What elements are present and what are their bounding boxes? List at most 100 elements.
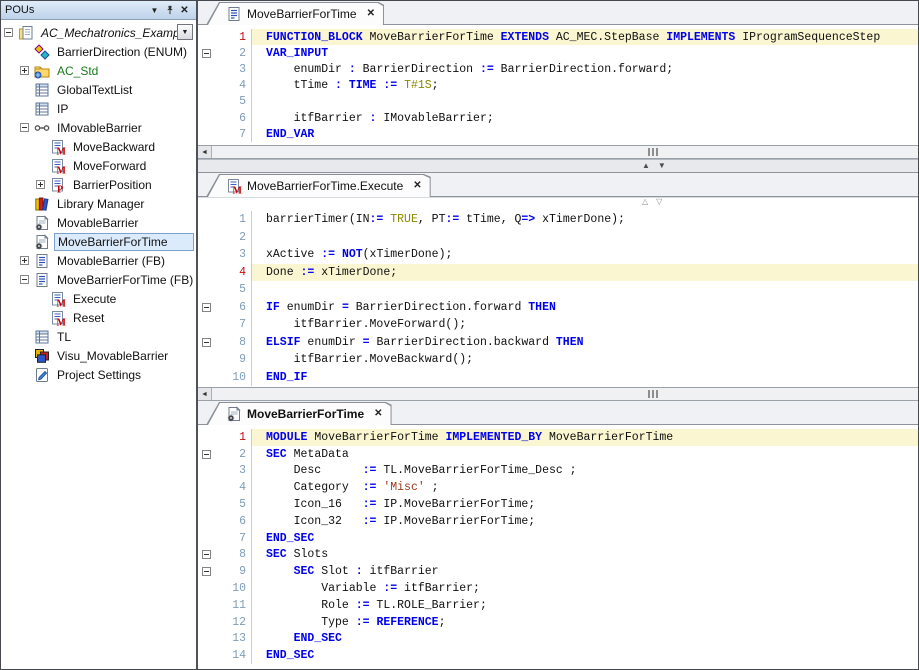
tree-item-movebackward[interactable]: MMoveBackward: [1, 137, 196, 156]
fold-collapse-icon[interactable]: [202, 338, 211, 347]
collapse-icon[interactable]: [20, 123, 29, 132]
code-line[interactable]: 3 Desc := TL.MoveBarrierForTime_Desc ;: [198, 463, 918, 480]
tab-close-icon[interactable]: ✕: [367, 8, 375, 19]
tree-item-execute[interactable]: MExecute: [1, 289, 196, 308]
code-line[interactable]: 6 itfBarrier : IMovableBarrier;: [198, 110, 918, 126]
code-editor-module[interactable]: 1MODULE MoveBarrierForTime IMPLEMENTED_B…: [198, 425, 918, 669]
code-line[interactable]: 5 Icon_16 := IP.MoveBarrierForTime;: [198, 496, 918, 513]
code-line[interactable]: 8ELSIF enumDir = BarrierDirection.backwa…: [198, 334, 918, 352]
code-line[interactable]: 2: [198, 229, 918, 247]
panel-close-icon[interactable]: ✕: [177, 3, 192, 17]
tab-close-icon[interactable]: ✕: [413, 180, 421, 191]
code-line-text: END_SEC: [252, 530, 918, 547]
horizontal-scrollbar[interactable]: ◄: [198, 387, 918, 401]
fold-collapse-icon[interactable]: [202, 550, 211, 559]
code-line[interactable]: 1barrierTimer(IN:= TRUE, PT:= tTime, Q=>…: [198, 211, 918, 229]
method-icon: M: [50, 310, 66, 326]
splitter-arrows-icon[interactable]: ▲▼: [642, 161, 674, 170]
tree-item-label: AC_Std: [54, 63, 101, 79]
line-number: 2: [218, 45, 252, 61]
pane-splitter-collapsed[interactable]: △▽: [198, 197, 918, 207]
fold-collapse-icon[interactable]: [202, 450, 211, 459]
splitter-arrows-icon[interactable]: △▽: [642, 197, 670, 206]
tree-item-tl[interactable]: TL: [1, 327, 196, 346]
expand-icon[interactable]: [20, 66, 29, 75]
code-line[interactable]: 13 END_SEC: [198, 631, 918, 648]
code-line[interactable]: 5: [198, 281, 918, 299]
tree-item-label: IP: [54, 101, 71, 117]
code-line[interactable]: 9 itfBarrier.MoveBackward();: [198, 351, 918, 369]
tree-item-ip[interactable]: IP: [1, 99, 196, 118]
scrollbar-grip[interactable]: [648, 390, 658, 398]
fold-collapse-icon[interactable]: [202, 567, 211, 576]
tree-item-barrierdirection-enum[interactable]: BarrierDirection (ENUM): [1, 42, 196, 61]
code-line[interactable]: 8SEC Slots: [198, 547, 918, 564]
scroll-left-icon[interactable]: ◄: [198, 146, 212, 158]
code-line-text: Done := xTimerDone;: [252, 264, 918, 282]
collapse-icon[interactable]: [4, 28, 13, 37]
expand-icon[interactable]: [36, 180, 45, 189]
horizontal-scrollbar[interactable]: ◄: [198, 145, 918, 159]
scrollbar-grip[interactable]: [648, 148, 658, 156]
code-line[interactable]: 3xActive := NOT(xTimerDone);: [198, 246, 918, 264]
tree-item-barrierposition[interactable]: PBarrierPosition: [1, 175, 196, 194]
line-number: 3: [218, 463, 252, 480]
code-line[interactable]: 7END_SEC: [198, 530, 918, 547]
code-line[interactable]: 5: [198, 94, 918, 110]
editor-pane-module: MoveBarrierForTime ✕ 1MODULE MoveBarrier…: [198, 401, 918, 669]
panel-dropdown-icon[interactable]: ▼: [147, 3, 162, 17]
code-line[interactable]: 1MODULE MoveBarrierForTime IMPLEMENTED_B…: [198, 429, 918, 446]
tree-item-movablebarrier[interactable]: MovableBarrier: [1, 213, 196, 232]
tree-item-globaltextlist[interactable]: GlobalTextList: [1, 80, 196, 99]
line-number: 3: [218, 61, 252, 77]
code-line[interactable]: 12 Type := REFERENCE;: [198, 614, 918, 631]
code-editor-execute[interactable]: 1barrierTimer(IN:= TRUE, PT:= tTime, Q=>…: [198, 207, 918, 387]
tree-item-ac-mechatronics-example[interactable]: AC_Mechatronics_Example▼: [1, 23, 196, 42]
line-number: 14: [218, 647, 252, 664]
code-line[interactable]: 9 SEC Slot : itfBarrier: [198, 563, 918, 580]
tab-bar: MoveBarrierForTime ✕: [198, 401, 918, 425]
tree-item-movebarrierfortime[interactable]: MoveBarrierForTime: [1, 232, 196, 251]
code-line[interactable]: 11 Role := TL.ROLE_Barrier;: [198, 597, 918, 614]
expand-icon[interactable]: [20, 256, 29, 265]
tree-item-project-settings[interactable]: Project Settings: [1, 365, 196, 384]
code-line[interactable]: 4 tTime : TIME := T#1S;: [198, 78, 918, 94]
code-line[interactable]: 7END_VAR: [198, 126, 918, 142]
tab-close-icon[interactable]: ✕: [374, 408, 382, 419]
code-line[interactable]: 1FUNCTION_BLOCK MoveBarrierForTime EXTEN…: [198, 29, 918, 45]
tree-item-visu-movablebarrier[interactable]: Visu_MovableBarrier: [1, 346, 196, 365]
tab-movebarrierfortime-module[interactable]: MoveBarrierForTime ✕: [206, 402, 392, 425]
tab-movebarrierfortime-execute[interactable]: M MoveBarrierForTime.Execute ✕: [206, 174, 431, 197]
tree-item-label: MoveBarrierForTime (FB): [54, 272, 196, 288]
pin-icon[interactable]: [162, 3, 177, 17]
root-dropdown-button[interactable]: ▼: [177, 24, 193, 40]
code-editor-declaration[interactable]: 1FUNCTION_BLOCK MoveBarrierForTime EXTEN…: [198, 25, 918, 145]
code-line[interactable]: 4Done := xTimerDone;: [198, 264, 918, 282]
code-line[interactable]: 2VAR_INPUT: [198, 45, 918, 61]
tree-item-reset[interactable]: MReset: [1, 308, 196, 327]
code-line[interactable]: 4 Category := 'Misc' ;: [198, 479, 918, 496]
scroll-left-icon[interactable]: ◄: [198, 388, 212, 400]
code-line[interactable]: 10END_IF: [198, 369, 918, 387]
pane-splitter[interactable]: ▲▼: [198, 159, 918, 173]
code-line[interactable]: 6IF enumDir = BarrierDirection.forward T…: [198, 299, 918, 317]
code-line[interactable]: 7 itfBarrier.MoveForward();: [198, 316, 918, 334]
tree-item-library-manager[interactable]: Library Manager: [1, 194, 196, 213]
tree-item-ac-std[interactable]: AC_Std: [1, 61, 196, 80]
tree-item-movebarrierfortime-fb[interactable]: MoveBarrierForTime (FB): [1, 270, 196, 289]
tab-bar: MoveBarrierForTime ✕: [198, 1, 918, 25]
tree-item-imovablebarrier[interactable]: IMovableBarrier: [1, 118, 196, 137]
fold-collapse-icon[interactable]: [202, 303, 211, 312]
code-line[interactable]: 14END_SEC: [198, 647, 918, 664]
tree-item-moveforward[interactable]: MMoveForward: [1, 156, 196, 175]
code-line[interactable]: 10 Variable := itfBarrier;: [198, 580, 918, 597]
tree-item-label: MoveBarrierForTime: [54, 233, 194, 251]
code-line[interactable]: 6 Icon_32 := IP.MoveBarrierForTime;: [198, 513, 918, 530]
collapse-icon[interactable]: [20, 275, 29, 284]
fold-collapse-icon[interactable]: [202, 49, 211, 58]
library-icon: [34, 196, 50, 212]
tree-item-movablebarrier-fb[interactable]: MovableBarrier (FB): [1, 251, 196, 270]
tab-movebarrierfortime[interactable]: MoveBarrierForTime ✕: [206, 2, 384, 25]
code-line[interactable]: 2SEC MetaData: [198, 446, 918, 463]
code-line[interactable]: 3 enumDir : BarrierDirection := BarrierD…: [198, 61, 918, 77]
